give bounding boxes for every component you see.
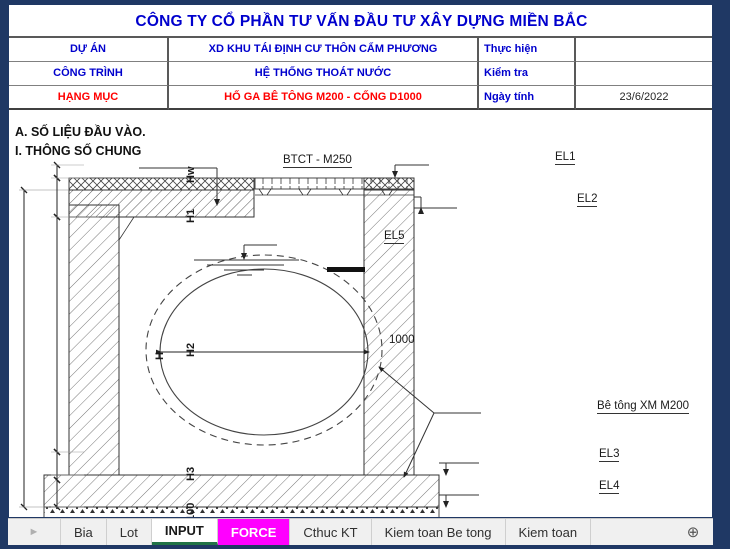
dim-label-h1: H1 xyxy=(185,208,197,223)
row-role-checker: Kiểm tra xyxy=(479,62,576,86)
worksheet-canvas[interactable]: CÔNG TY CỔ PHẦN TƯ VẤN ĐẦU TƯ XÂY DỰNG M… xyxy=(8,4,713,518)
row-value-work: HỆ THỐNG THOÁT NƯỚC xyxy=(169,62,479,86)
label-el1: EL1 xyxy=(555,151,576,165)
row-value-project: XD KHU TÁI ĐỊNH CƯ THÔN CẨM PHƯƠNG xyxy=(169,38,479,62)
title-block-table: CÔNG TY CỔ PHẦN TƯ VẤN ĐẦU TƯ XÂY DỰNG M… xyxy=(9,5,712,110)
row-role-date: Ngày tính xyxy=(479,86,576,110)
row-label-work: CÔNG TRÌNH xyxy=(9,62,169,86)
label-el5: EL5 xyxy=(384,230,405,244)
dim-label-h3: H3 xyxy=(185,466,197,481)
manhole-section-drawing xyxy=(19,161,481,517)
sheet-tab-bia[interactable]: Bia xyxy=(61,519,107,545)
dim-label-h2: H2 xyxy=(185,342,197,357)
sheet-tabs[interactable]: Bia Lot INPUT FORCE Cthuc KT Kiem toan B… xyxy=(61,519,673,545)
sheet-tab-input[interactable]: INPUT xyxy=(151,519,218,545)
sheet-tab-kiem-toan-be-tong[interactable]: Kiem toan Be tong xyxy=(371,519,506,545)
technical-drawing: Page 1 BTCT - M250 Bê tông XM M200 1000 … xyxy=(9,145,712,518)
table-row: CÔNG TRÌNH HỆ THỐNG THOÁT NƯỚC Kiểm tra xyxy=(9,62,712,86)
label-slab-material: BTCT - M250 xyxy=(283,154,352,168)
sheet-tab-lot[interactable]: Lot xyxy=(106,519,152,545)
excel-window: CÔNG TY CỔ PHẦN TƯ VẤN ĐẦU TƯ XÂY DỰNG M… xyxy=(0,0,730,549)
sheet-tab-cthuc-kt[interactable]: Cthuc KT xyxy=(290,519,372,545)
row-role-performer: Thực hiện xyxy=(479,38,576,62)
company-title: CÔNG TY CỔ PHẦN TƯ VẤN ĐẦU TƯ XÂY DỰNG M… xyxy=(9,5,712,38)
dim-label-base-thickness: 100 xyxy=(185,502,197,518)
row-label-item: HẠNG MỤC xyxy=(9,86,169,110)
sheet-tab-kiem-toan[interactable]: Kiem toan xyxy=(505,519,592,545)
table-row: HẠNG MỤC HỐ GA BÊ TÔNG M200 - CỐNG D1000… xyxy=(9,86,712,110)
row-value-performer xyxy=(576,38,712,62)
add-sheet-plus-circle-icon[interactable]: ⊕ xyxy=(673,519,713,545)
label-el4: EL4 xyxy=(599,480,620,494)
row-value-date: 23/6/2022 xyxy=(576,86,712,110)
row-value-item: HỐ GA BÊ TÔNG M200 - CỐNG D1000 xyxy=(169,86,479,110)
label-pipe-diameter: 1000 xyxy=(389,334,415,346)
row-value-checker xyxy=(576,62,712,86)
sheet-tab-bar[interactable]: ► Bia Lot INPUT FORCE Cthuc KT Kiem toan… xyxy=(8,518,713,545)
sheet-nav-next-icon[interactable]: ► xyxy=(8,519,61,545)
table-row: DỰ ÁN XD KHU TÁI ĐỊNH CƯ THÔN CẨM PHƯƠNG… xyxy=(9,38,712,62)
dim-label-hw: Hw xyxy=(185,166,197,184)
label-concrete-material: Bê tông XM M200 xyxy=(597,400,690,414)
row-label-project: DỰ ÁN xyxy=(9,38,169,62)
heading-section-a: A. SỐ LIỆU ĐẦU VÀO. xyxy=(15,125,146,139)
dim-label-h: H xyxy=(154,352,166,360)
label-el2: EL2 xyxy=(577,193,598,207)
sheet-tab-force[interactable]: FORCE xyxy=(217,519,291,545)
label-el3: EL3 xyxy=(599,448,620,462)
